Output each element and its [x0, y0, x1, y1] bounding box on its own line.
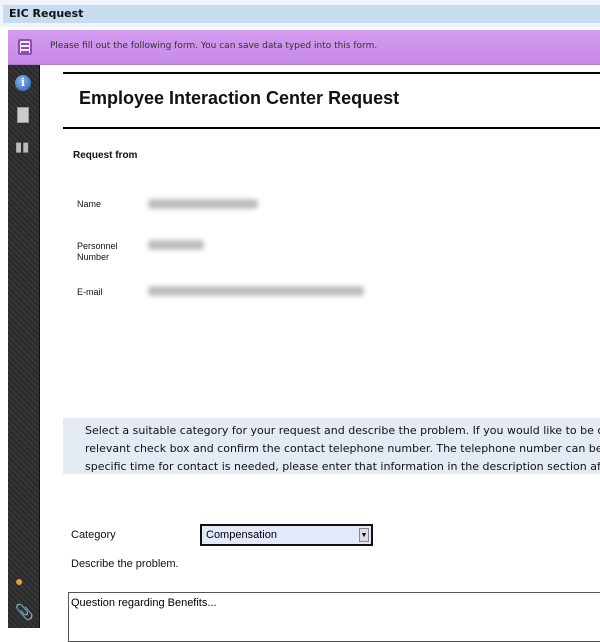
form-info-bar: Please fill out the following form. You …: [8, 30, 600, 65]
instruction-line: relevant check box and confirm the conta…: [85, 442, 600, 455]
email-label: E-mail: [77, 287, 103, 297]
describe-label: Describe the problem.: [71, 558, 179, 570]
category-select[interactable]: Compensation ▼: [200, 524, 373, 546]
comments-icon[interactable]: ●: [15, 573, 31, 589]
description-textarea[interactable]: Question regarding Benefits...: [68, 592, 600, 642]
title-bar: EIC Request: [0, 0, 600, 27]
attachment-icon[interactable]: 📎: [15, 603, 34, 621]
category-value: Compensation: [206, 529, 277, 541]
pages-icon[interactable]: [17, 107, 29, 123]
info-icon[interactable]: i: [15, 75, 31, 91]
divider: [63, 72, 600, 74]
section-heading: Request from: [73, 150, 138, 161]
personnel-number-field[interactable]: [148, 240, 204, 250]
form-icon: [18, 39, 32, 55]
info-message: Please fill out the following form. You …: [50, 41, 378, 51]
binoculars-icon[interactable]: ▮▮: [15, 139, 31, 155]
navigation-sidebar: i ▮▮ ● 📎: [8, 65, 40, 628]
chevron-down-icon[interactable]: ▼: [359, 528, 369, 542]
category-label: Category: [71, 529, 116, 541]
page-title: Employee Interaction Center Request: [79, 88, 400, 108]
email-field[interactable]: [148, 286, 364, 296]
instruction-line: specific time for contact is needed, ple…: [85, 460, 600, 473]
instruction-line: Select a suitable category for your requ…: [85, 424, 600, 437]
window-title: EIC Request: [3, 5, 600, 23]
instructions-box: Select a suitable category for your requ…: [63, 418, 600, 474]
name-field[interactable]: [148, 199, 258, 209]
divider: [63, 127, 600, 129]
personnel-number-label: Personnel Number: [77, 241, 118, 262]
name-label: Name: [77, 199, 102, 209]
